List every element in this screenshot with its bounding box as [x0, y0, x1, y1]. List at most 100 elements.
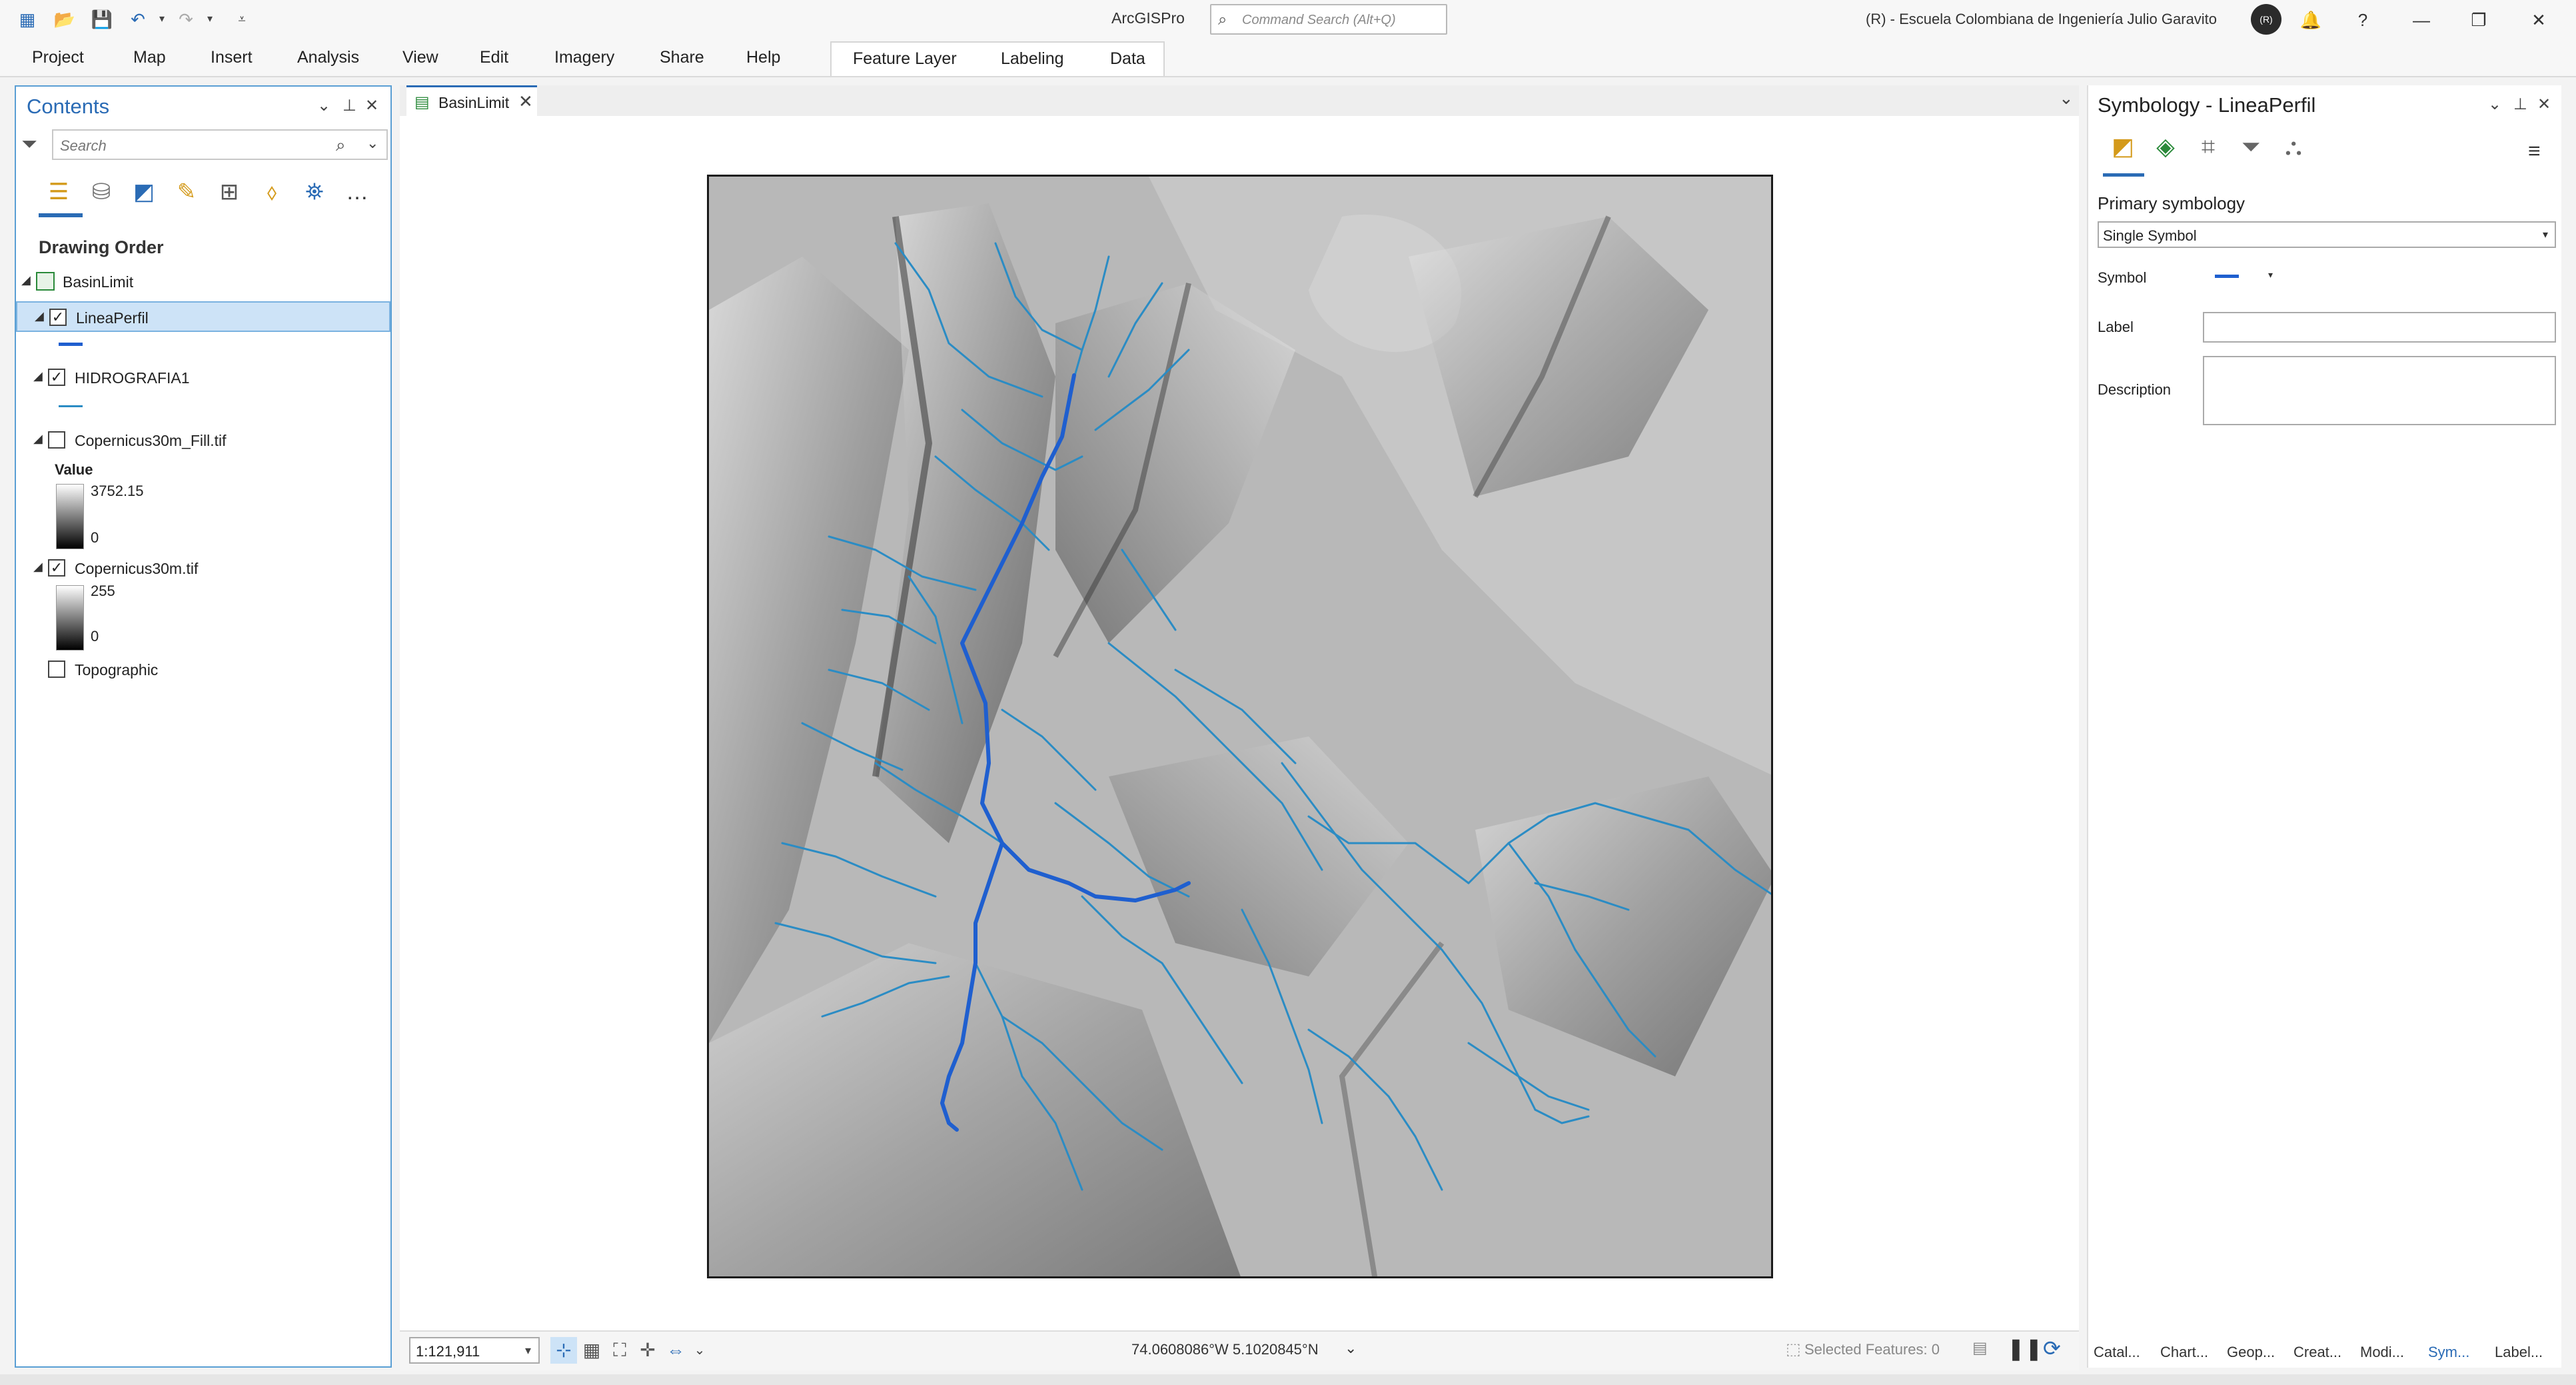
symbol-swatch[interactable] — [2215, 275, 2239, 278]
layer-item-copernicus-fill[interactable]: ◢ Copernicus30m_Fill.tif — [16, 425, 390, 456]
pane-options-icon[interactable]: ⌄ — [2488, 95, 2501, 114]
close-pane-icon[interactable]: ✕ — [2537, 95, 2551, 114]
minimize-icon[interactable]: — — [2401, 5, 2441, 35]
list-by-source-icon[interactable]: ⛁ — [85, 176, 117, 208]
customize-toolbar-icon[interactable]: ⩡ — [231, 9, 253, 29]
correction-icon[interactable]: ⇔ — [662, 1337, 689, 1364]
tab-project[interactable]: Project — [32, 48, 84, 67]
layer-visibility-checkbox[interactable] — [48, 431, 65, 449]
tab-view[interactable]: View — [402, 48, 438, 67]
snapping-icon[interactable]: ⛶ — [606, 1337, 633, 1364]
list-by-selection-icon[interactable]: ◩ — [128, 176, 160, 208]
fixed-zoom-icon[interactable]: ⊹ — [550, 1337, 577, 1364]
tab-labeling[interactable]: Label... — [2495, 1344, 2543, 1361]
label-input[interactable] — [2203, 312, 2556, 343]
primary-symbology-select[interactable]: Single Symbol ▾ — [2098, 221, 2556, 248]
tab-map[interactable]: Map — [133, 48, 166, 67]
line-symbol-swatch[interactable] — [59, 405, 83, 407]
hillshade-map-extent[interactable] — [707, 175, 1773, 1278]
tab-labeling[interactable]: Labeling — [1001, 49, 1064, 69]
collapse-icon[interactable]: ◢ — [33, 560, 43, 574]
chevron-down-icon[interactable]: ▾ — [525, 1344, 531, 1358]
pause-drawing-icon[interactable]: ❚❚ — [2007, 1336, 2043, 1361]
list-by-editing-icon[interactable]: ✎ — [171, 176, 203, 208]
more-options-icon[interactable]: … — [341, 176, 373, 208]
layer-item-lineaperfil[interactable]: ◢ ✓ LineaPerfil — [16, 301, 390, 332]
pane-options-icon[interactable]: ⌄ — [317, 96, 330, 115]
open-project-icon[interactable]: 📂 — [53, 9, 76, 29]
layer-visibility-checkbox[interactable]: ✓ — [48, 559, 65, 577]
chevron-down-icon[interactable]: ▾ — [2543, 228, 2548, 241]
close-pane-icon[interactable]: ✕ — [365, 96, 378, 115]
redo-icon[interactable]: ↷ — [175, 9, 197, 29]
symbology-filter-icon[interactable]: ⏷ — [2234, 129, 2268, 164]
help-icon[interactable]: ? — [2343, 5, 2383, 35]
save-icon[interactable]: 💾 — [91, 9, 113, 29]
description-input[interactable] — [2203, 356, 2556, 425]
collapse-icon[interactable]: ◢ — [33, 432, 43, 446]
chevron-down-icon[interactable]: ⌄ — [366, 135, 378, 152]
selected-features-count[interactable]: Selected Features: 0 — [1804, 1341, 1940, 1358]
pin-icon[interactable]: ⊥ — [342, 96, 356, 115]
tab-share[interactable]: Share — [660, 48, 704, 67]
tab-geoprocessing[interactable]: Geop... — [2227, 1344, 2275, 1361]
close-tab-icon[interactable]: ✕ — [518, 91, 533, 112]
collapse-icon[interactable]: ◢ — [35, 309, 44, 323]
list-by-drawing-order-icon[interactable]: ☰ — [43, 176, 75, 208]
layer-item-topographic[interactable]: Topographic — [16, 655, 390, 685]
new-project-icon[interactable]: ▦ — [16, 9, 39, 29]
scale-selector[interactable]: 1:121,911 ▾ — [409, 1337, 540, 1364]
restore-icon[interactable]: ❐ — [2459, 5, 2499, 35]
layer-visibility-checkbox[interactable]: ✓ — [49, 309, 67, 326]
stretch-gradient-swatch[interactable] — [56, 585, 84, 651]
crosshair-icon[interactable]: ✛ — [634, 1337, 661, 1364]
tab-insert[interactable]: Insert — [211, 48, 253, 67]
chevron-down-icon[interactable]: ⌄ — [2059, 88, 2074, 109]
vary-symbology-icon[interactable]: ◈ — [2148, 129, 2183, 164]
table-icon[interactable]: ▤ — [1972, 1338, 1988, 1358]
chevron-down-icon[interactable]: ▾ — [2268, 269, 2273, 281]
stretch-gradient-swatch[interactable] — [56, 484, 84, 549]
grid-icon[interactable]: ▦ — [578, 1337, 605, 1364]
layer-visibility-checkbox[interactable] — [48, 661, 65, 678]
close-window-icon[interactable]: ✕ — [2519, 5, 2559, 35]
advanced-symbology-icon[interactable]: ⛬ — [2276, 129, 2311, 164]
pin-icon[interactable]: ⊥ — [2513, 95, 2527, 114]
tab-symbology[interactable]: Sym... — [2428, 1344, 2469, 1361]
map-item[interactable]: ◢ BasinLimit — [16, 267, 390, 297]
tab-imagery[interactable]: Imagery — [554, 48, 614, 67]
primary-symbology-icon[interactable]: ◩ — [2106, 129, 2140, 164]
undo-dropdown-icon[interactable]: ▾ — [151, 9, 173, 29]
list-by-snapping-icon[interactable]: ⊞ — [213, 176, 245, 208]
chevron-down-icon[interactable]: ⌄ — [1345, 1340, 1357, 1357]
collapse-icon[interactable]: ◢ — [21, 273, 31, 287]
tab-create-features[interactable]: Creat... — [2293, 1344, 2341, 1361]
list-by-perspective-icon[interactable]: ⛯ — [299, 176, 330, 208]
list-by-labeling-icon[interactable]: ⬨ — [256, 176, 288, 208]
notifications-icon[interactable]: 🔔 — [2291, 5, 2331, 35]
menu-icon[interactable]: ≡ — [2528, 139, 2541, 163]
tab-feature-layer[interactable]: Feature Layer — [853, 49, 957, 69]
collapse-icon[interactable]: ◢ — [33, 369, 43, 383]
symbol-layer-drawing-icon[interactable]: ⌗ — [2191, 129, 2226, 164]
tab-catalog[interactable]: Catal... — [2094, 1344, 2140, 1361]
command-search-input[interactable]: ⌕ Command Search (Alt+Q) — [1210, 4, 1447, 35]
tab-edit[interactable]: Edit — [480, 48, 508, 67]
layer-item-copernicus[interactable]: ◢ ✓ Copernicus30m.tif — [16, 553, 390, 584]
contents-search-input[interactable]: Search ⌕ ⌄ — [52, 129, 388, 160]
refresh-icon[interactable]: ⟳ — [2043, 1336, 2061, 1361]
tab-data[interactable]: Data — [1110, 49, 1145, 69]
tab-help[interactable]: Help — [746, 48, 780, 67]
line-symbol-swatch[interactable] — [59, 343, 83, 346]
layer-item-hidrografia1[interactable]: ◢ ✓ HIDROGRAFIA1 — [16, 363, 390, 393]
undo-icon[interactable]: ↶ — [127, 9, 149, 29]
tab-modify-features[interactable]: Modi... — [2360, 1344, 2404, 1361]
chevron-down-icon[interactable]: ⌄ — [686, 1337, 713, 1364]
map-tab-basinlimit[interactable]: ▤ BasinLimit ✕ — [406, 85, 537, 116]
avatar[interactable]: (R) — [2251, 4, 2281, 35]
filter-icon[interactable]: ⏷ — [21, 133, 37, 156]
tab-chart[interactable]: Chart... — [2160, 1344, 2208, 1361]
redo-dropdown-icon[interactable]: ▾ — [199, 9, 221, 29]
layer-visibility-checkbox[interactable]: ✓ — [48, 369, 65, 386]
tab-analysis[interactable]: Analysis — [297, 48, 359, 67]
